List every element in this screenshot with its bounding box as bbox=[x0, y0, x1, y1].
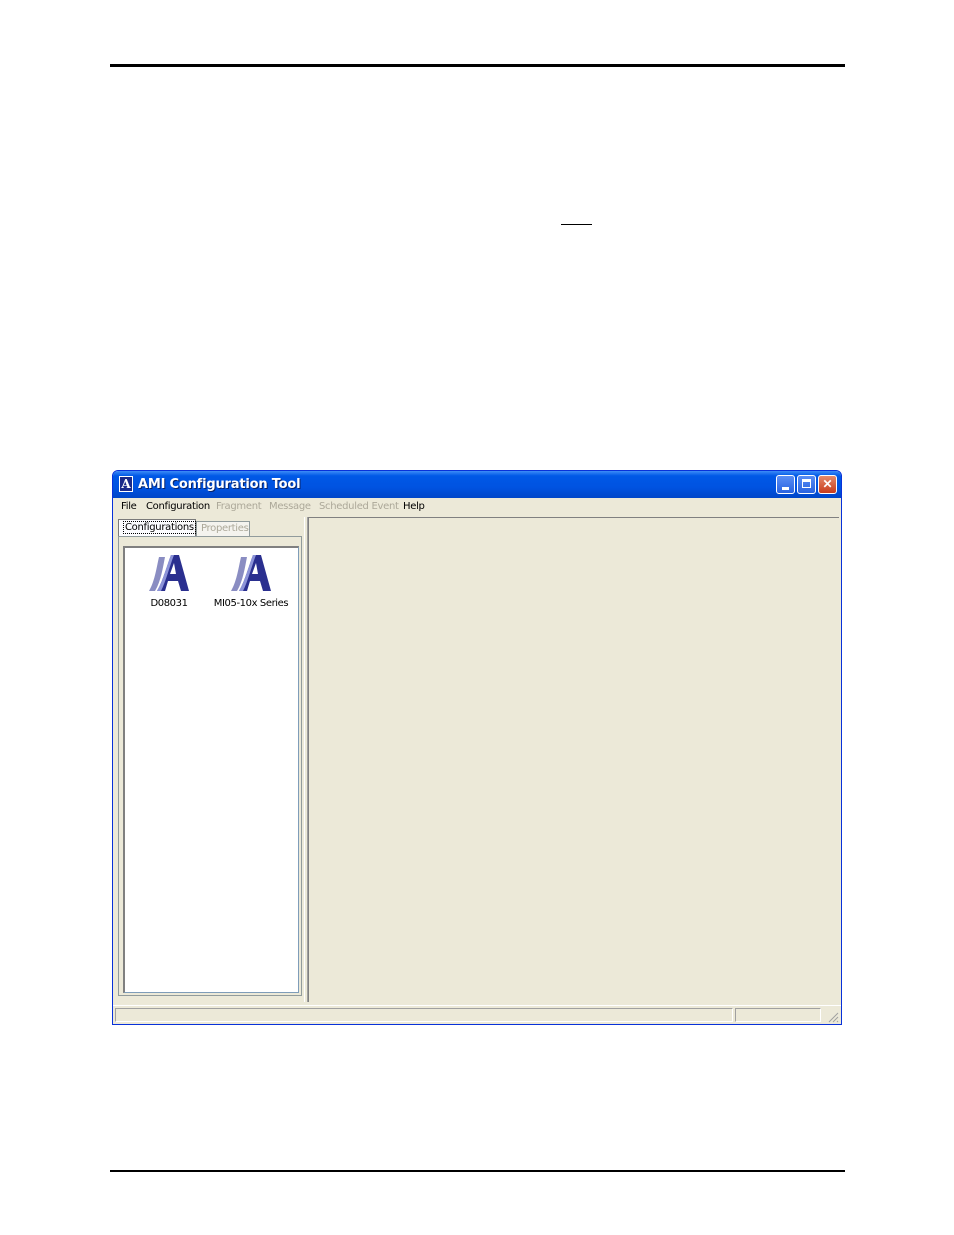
list-item[interactable]: MI05-10x Series bbox=[209, 551, 293, 609]
ami-logo-icon bbox=[231, 555, 271, 591]
title-bar[interactable]: A AMI Configuration Tool ✕ bbox=[113, 471, 841, 498]
list-item-label: MI05-10x Series bbox=[213, 598, 289, 609]
menu-message[interactable]: Message bbox=[269, 501, 311, 512]
maximize-button[interactable] bbox=[797, 475, 816, 494]
status-panel-secondary bbox=[735, 1008, 821, 1022]
menu-scheduled-event[interactable]: Scheduled Event bbox=[319, 501, 399, 512]
minimize-icon bbox=[782, 487, 789, 490]
menu-configuration[interactable]: Configuration bbox=[146, 501, 210, 512]
tab-configurations[interactable]: Configurations bbox=[118, 519, 196, 536]
tab-configurations-label: Configurations bbox=[123, 521, 196, 534]
right-pane bbox=[308, 517, 839, 1002]
status-panel-main bbox=[115, 1008, 733, 1022]
ami-logo-icon[interactable]: A bbox=[119, 476, 133, 492]
minimize-button[interactable] bbox=[776, 475, 795, 494]
list-item[interactable]: D08031 bbox=[127, 551, 211, 609]
menu-file[interactable]: File bbox=[121, 501, 137, 512]
menu-help[interactable]: Help bbox=[403, 501, 425, 512]
page-footer-rule bbox=[110, 1170, 845, 1172]
left-pane: Configurations Properties D08031 MI05-10… bbox=[116, 517, 303, 1002]
list-item-label: D08031 bbox=[150, 598, 188, 609]
resize-grip-icon[interactable] bbox=[827, 1011, 839, 1023]
maximize-icon bbox=[802, 479, 811, 488]
close-button[interactable]: ✕ bbox=[818, 475, 837, 494]
configurations-list[interactable]: D08031 MI05-10x Series bbox=[123, 546, 299, 993]
tab-panel: D08031 MI05-10x Series bbox=[118, 536, 302, 996]
tab-properties[interactable]: Properties bbox=[196, 521, 250, 536]
menu-fragment[interactable]: Fragment bbox=[216, 501, 262, 512]
window-title: AMI Configuration Tool bbox=[138, 477, 301, 492]
page-header-rule bbox=[110, 64, 845, 67]
status-bar bbox=[113, 1005, 841, 1024]
menu-bar: File Configuration Fragment Message Sche… bbox=[113, 498, 841, 516]
app-window: A AMI Configuration Tool ✕ File Configur… bbox=[112, 470, 842, 1025]
close-icon: ✕ bbox=[822, 477, 833, 491]
text-underline-mark bbox=[561, 224, 592, 225]
ami-logo-icon bbox=[149, 555, 189, 591]
